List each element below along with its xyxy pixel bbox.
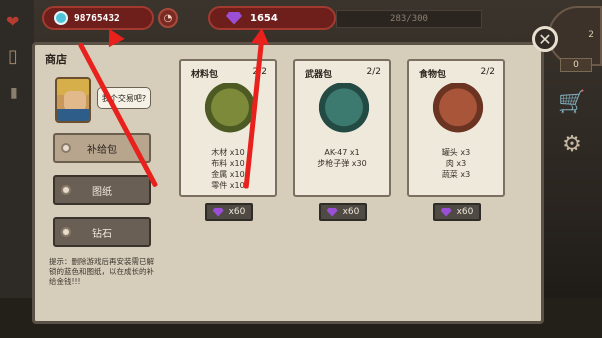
buy-button[interactable]: x60	[205, 203, 253, 221]
price-label: x60	[456, 207, 474, 217]
buy-button[interactable]: x60	[319, 203, 367, 221]
gem-icon	[326, 207, 338, 217]
tab-blueprint[interactable]: 图纸	[53, 175, 151, 205]
gem-counter[interactable]: 1654	[208, 6, 336, 30]
tab-label: 钻石	[92, 228, 112, 240]
card-title: 材料包	[191, 70, 219, 80]
card-qty: 2/2	[480, 67, 495, 77]
card-food-pack[interactable]: 食物包 2/2 罐头 x3 肉 x3 蔬菜 x3	[407, 59, 505, 197]
card-weapon-pack[interactable]: 武器包 2/2 AK-47 x1 步枪子弹 x30	[293, 59, 391, 197]
gem-icon	[440, 207, 452, 217]
gear-icon[interactable]: ⚙	[550, 126, 594, 162]
coin-counter[interactable]: 98765432	[42, 6, 154, 30]
card-title: 武器包	[305, 70, 333, 80]
gem-icon	[226, 11, 242, 25]
blood-drop-icon: ❤	[6, 12, 20, 31]
card-qty: 2/2	[366, 67, 381, 77]
price-label: x60	[342, 207, 360, 217]
close-button[interactable]: ✕	[532, 26, 558, 52]
tab-diamond[interactable]: 钻石	[53, 217, 151, 247]
capacity-bar: 283/300	[336, 10, 482, 28]
backpack-icon	[315, 83, 373, 137]
hint-text: 提示：删除游戏后再安装需已解锁的蓝色和图纸，以在成长的补给金钱!!!	[49, 257, 154, 286]
coin-value: 98765432	[74, 12, 120, 24]
buy-button[interactable]: x60	[433, 203, 481, 221]
gem-icon	[212, 207, 224, 217]
bottle-icon[interactable]: ▮	[10, 86, 18, 100]
card-contents: AK-47 x1 步枪子弹 x30	[317, 148, 367, 168]
radio-icon	[61, 185, 71, 195]
gold-counter: 0	[560, 58, 592, 72]
phone-icon[interactable]: ▯	[8, 48, 18, 66]
card-title: 食物包	[419, 70, 447, 80]
tab-label: 图纸	[92, 186, 112, 198]
capacity-value: 283/300	[390, 14, 428, 24]
radio-icon	[61, 227, 71, 237]
backpack-icon	[429, 83, 487, 137]
panel-title: 商店	[45, 53, 67, 66]
shop-panel: 商店 我个交易吧? 补给包 图纸 钻石 提示：删除游戏后再安装需已解锁的蓝色和图…	[32, 42, 544, 324]
annotation-arrowhead-gems	[251, 27, 271, 45]
compass-clock: 2	[588, 30, 594, 40]
gem-value: 1654	[250, 12, 278, 24]
clock-icon[interactable]: ◔	[158, 8, 178, 28]
coin-icon	[54, 11, 68, 25]
gold-value: 0	[573, 60, 579, 70]
merchant-avatar	[55, 77, 91, 123]
radio-icon	[61, 143, 71, 153]
card-contents: 罐头 x3 肉 x3 蔬菜 x3	[441, 148, 471, 179]
cart-icon[interactable]: 🛒	[550, 84, 594, 120]
card-material-pack[interactable]: 材料包 2/2 木材 x10 布料 x10 金属 x10 零件 x10	[179, 59, 277, 197]
card-contents: 木材 x10 布料 x10 金属 x10 零件 x10	[211, 148, 245, 190]
price-label: x60	[228, 207, 246, 217]
tab-label: 补给包	[87, 144, 117, 156]
